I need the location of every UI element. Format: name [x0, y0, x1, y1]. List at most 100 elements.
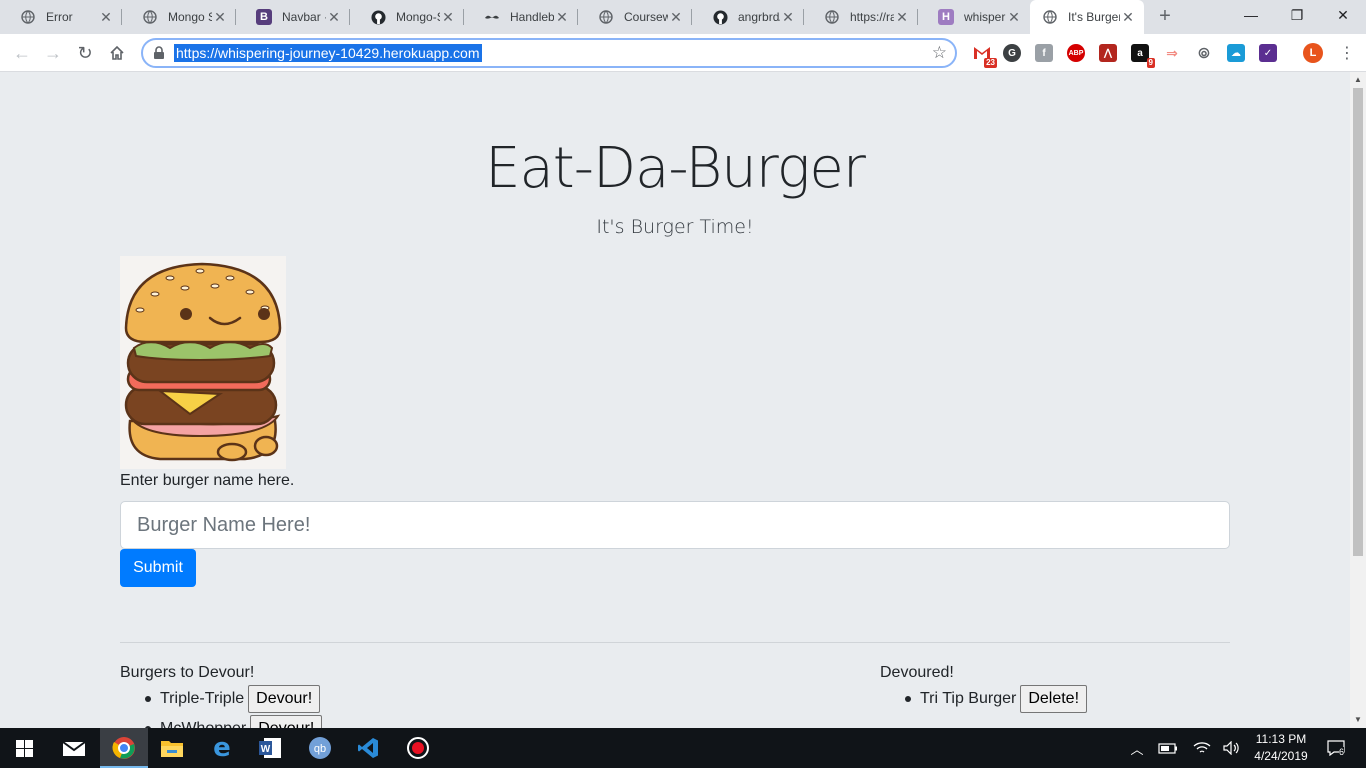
restore-icon[interactable]: ❐ [1274, 0, 1320, 30]
amazon-extension-icon[interactable]: a 9 [1131, 44, 1155, 68]
volume-icon[interactable] [1220, 728, 1244, 768]
to-devour-list: Triple-Triple Devour! McWhopper Devour! [144, 684, 323, 728]
close-icon[interactable]: ✕ [1120, 9, 1136, 26]
tab-strip: Error ✕ Mongo S ✕ B Navbar · B ✕ Mongo-S… [0, 0, 1366, 34]
scroll-down-arrow-icon[interactable]: ▼ [1350, 712, 1366, 728]
close-icon[interactable]: ✕ [894, 9, 910, 26]
close-icon[interactable]: ✕ [98, 9, 114, 26]
close-icon[interactable]: ✕ [326, 9, 342, 26]
tab-title: Mongo S [168, 10, 212, 24]
burger-name: Tri Tip Burger [920, 690, 1017, 707]
divider [120, 642, 1230, 643]
bookmark-star-icon[interactable]: ☆ [932, 43, 947, 63]
close-icon[interactable]: ✕ [780, 9, 796, 26]
lock-icon[interactable] [153, 46, 165, 60]
page-scrollbar[interactable]: ▲ ▼ [1350, 72, 1366, 728]
cast-extension-icon[interactable]: ⇒ [1163, 44, 1181, 62]
file-explorer-icon[interactable] [148, 728, 196, 768]
forward-arrow-icon[interactable]: → [40, 40, 66, 66]
svg-text:W: W [261, 744, 271, 755]
github-icon [712, 9, 728, 25]
tab-0[interactable]: Error ✕ [0, 0, 122, 34]
mail-icon[interactable] [50, 728, 98, 768]
tab-title: It's Burger [1068, 10, 1120, 24]
tab-7[interactable]: https://ra ✕ [804, 0, 918, 34]
menu-kebab-icon[interactable]: ⋮ [1334, 40, 1360, 66]
home-icon[interactable] [104, 40, 130, 66]
globe-icon [1042, 9, 1058, 25]
tab-2[interactable]: B Navbar · B ✕ [236, 0, 350, 34]
list-item: Tri Tip Burger Delete! [904, 684, 1088, 714]
minimize-icon[interactable]: — [1228, 0, 1274, 30]
burger-illustration [120, 256, 286, 469]
adblock-extension-icon[interactable]: ABP [1067, 44, 1085, 62]
tab-8[interactable]: H whispering ✕ [918, 0, 1030, 34]
mustache-icon [484, 9, 500, 25]
globe-icon [20, 9, 36, 25]
close-icon[interactable]: ✕ [554, 9, 570, 26]
gmail-extension-icon[interactable]: 23 [973, 44, 997, 68]
profile-avatar[interactable]: L [1303, 43, 1323, 63]
burger-name: Triple-Triple [160, 690, 245, 707]
globe-icon [824, 9, 840, 25]
to-devour-heading: Burgers to Devour! [120, 664, 255, 681]
reload-icon[interactable]: ↻ [72, 40, 98, 66]
chevron-up-icon[interactable]: ︿ [1126, 728, 1148, 768]
close-icon[interactable]: ✕ [212, 9, 228, 26]
delete-button[interactable]: Delete! [1020, 685, 1088, 713]
notification-center-icon[interactable]: 6 [1322, 728, 1350, 768]
tab-5[interactable]: Coursework ✕ [578, 0, 692, 34]
url-text[interactable]: https://whispering-journey-10429.herokua… [174, 44, 482, 62]
window-close-icon[interactable]: ✕ [1320, 0, 1366, 30]
tab-title: Handlebars [510, 10, 554, 24]
page-content: Eat-Da-Burger It's Burger Time! Enter bu… [0, 72, 1350, 728]
windows-start-icon[interactable] [0, 728, 48, 768]
windows-taskbar: e W qb ︿ 11:13 PM 4/24/2019 6 [0, 728, 1366, 768]
devour-button[interactable]: Devour! [250, 715, 323, 728]
close-icon[interactable]: ✕ [440, 9, 456, 26]
word-icon[interactable]: W [246, 728, 294, 768]
code-extension-icon[interactable]: ⦾ [1195, 44, 1213, 62]
svg-text:qb: qb [314, 743, 326, 755]
cloud-extension-icon[interactable]: ☁ [1227, 44, 1245, 62]
tab-title: angrbrd/ [738, 10, 780, 24]
close-icon[interactable]: ✕ [1006, 9, 1022, 26]
pdf-extension-icon[interactable]: ⋀ [1099, 44, 1117, 62]
clock-time: 11:13 PM [1255, 732, 1307, 746]
close-icon[interactable]: ✕ [668, 9, 684, 26]
chrome-taskbar-icon[interactable] [100, 728, 148, 768]
devoured-list: Tri Tip Burger Delete! [904, 684, 1088, 714]
tab-4[interactable]: Handlebars ✕ [464, 0, 578, 34]
page-subtitle: It's Burger Time! [596, 216, 754, 238]
wifi-icon[interactable] [1190, 728, 1214, 768]
extension-gray-icon[interactable]: f [1035, 44, 1053, 62]
record-icon[interactable] [394, 728, 442, 768]
tab-title: Coursework [624, 10, 668, 24]
github-icon [370, 9, 386, 25]
devoured-heading: Devoured! [880, 664, 954, 681]
tab-6[interactable]: angrbrd/ ✕ [692, 0, 804, 34]
vscode-icon[interactable] [344, 728, 392, 768]
tab-1[interactable]: Mongo S ✕ [122, 0, 236, 34]
tab-9-active[interactable]: It's Burger ✕ [1030, 0, 1144, 34]
tab-3[interactable]: Mongo-S ✕ [350, 0, 464, 34]
scroll-up-arrow-icon[interactable]: ▲ [1350, 72, 1366, 88]
system-clock[interactable]: 11:13 PM 4/24/2019 [1244, 731, 1318, 765]
address-bar[interactable]: https://whispering-journey-10429.herokua… [141, 38, 957, 68]
tab-title: Navbar · B [282, 10, 326, 24]
page-title: Eat-Da-Burger [485, 136, 866, 201]
edge-icon[interactable]: e [198, 728, 246, 768]
check-extension-icon[interactable]: ✓ [1259, 44, 1277, 62]
browser-toolbar: ← → ↻ https://whispering-journey-10429.h… [0, 34, 1366, 72]
new-tab-plus-icon[interactable]: + [1155, 6, 1175, 26]
tab-title: https://ra [850, 10, 894, 24]
qbittorrent-icon[interactable]: qb [296, 728, 344, 768]
back-arrow-icon[interactable]: ← [9, 40, 35, 66]
devour-button[interactable]: Devour! [248, 685, 321, 713]
tab-title: Mongo-S [396, 10, 440, 24]
grammarly-extension-icon[interactable]: G [1003, 44, 1021, 62]
burger-name-input[interactable] [120, 501, 1230, 549]
scrollbar-thumb[interactable] [1353, 88, 1363, 556]
submit-button[interactable]: Submit [120, 549, 196, 587]
battery-icon[interactable] [1156, 728, 1180, 768]
